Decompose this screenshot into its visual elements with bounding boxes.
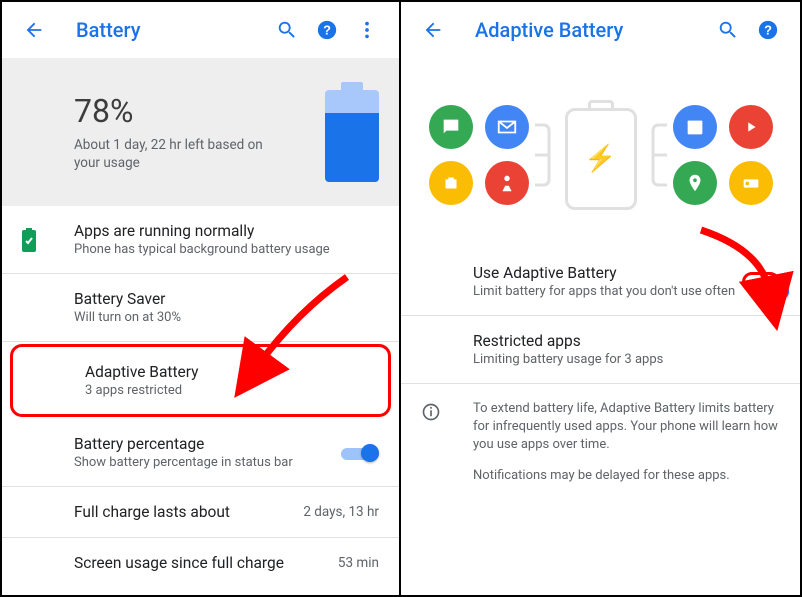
row-title: Screen usage since full charge	[74, 554, 326, 572]
overflow-button[interactable]	[347, 10, 387, 50]
row-sub: Show battery percentage in status bar	[74, 455, 341, 470]
search-icon	[717, 19, 739, 41]
help-icon: ?	[757, 19, 779, 41]
restricted-apps-row[interactable]: Restricted apps Limiting battery usage f…	[401, 316, 800, 384]
app-icon	[429, 161, 473, 205]
wire-icon	[535, 105, 553, 205]
row-value: 53 min	[338, 555, 379, 571]
appbar: Adaptive Battery ?	[401, 2, 800, 58]
screen-usage-row[interactable]: Screen usage since full charge 53 min	[2, 538, 399, 588]
app-icon	[485, 161, 529, 205]
app-icon	[673, 161, 717, 205]
row-sub: Limit battery for apps that you don't us…	[473, 284, 742, 299]
app-icon	[729, 105, 773, 149]
row-title: Adaptive Battery	[85, 363, 368, 381]
svg-text:?: ?	[323, 23, 331, 38]
battery-ok-icon	[22, 228, 36, 252]
battery-percentage-toggle[interactable]	[341, 443, 379, 463]
more-vert-icon	[356, 19, 378, 41]
arrow-back-icon	[422, 19, 444, 41]
row-sub: Limiting battery usage for 3 apps	[473, 352, 780, 367]
row-title: Battery Saver	[74, 290, 379, 308]
back-button[interactable]	[14, 10, 54, 50]
row-title: Full charge lasts about	[74, 503, 291, 521]
search-button[interactable]	[708, 10, 748, 50]
back-button[interactable]	[413, 10, 453, 50]
adaptive-info: To extend battery life, Adaptive Battery…	[401, 384, 800, 513]
app-icon	[729, 161, 773, 205]
row-value: 2 days, 13 hr	[303, 504, 379, 520]
row-title: Restricted apps	[473, 332, 780, 350]
battery-outline-icon: ⚡	[565, 100, 637, 210]
battery-percent: 78%	[74, 92, 313, 130]
svg-text:?: ?	[764, 23, 772, 38]
appbar: Battery ?	[2, 2, 399, 58]
battery-settings-screen: Battery ? 78% About 1 day, 22 hr left ba…	[2, 2, 401, 595]
row-sub: Phone has typical background battery usa…	[74, 242, 379, 257]
adaptive-battery-row[interactable]: Adaptive Battery 3 apps restricted	[10, 344, 391, 417]
adaptive-illustration: ⚡	[401, 58, 800, 248]
battery-hero[interactable]: 78% About 1 day, 22 hr left based on you…	[2, 58, 399, 206]
info-icon	[421, 402, 441, 428]
use-adaptive-toggle[interactable]	[742, 272, 780, 292]
info-text: To extend battery life, Adaptive Battery…	[473, 400, 780, 455]
battery-estimate: About 1 day, 22 hr left based on your us…	[74, 136, 264, 172]
wire-icon	[649, 105, 667, 205]
apps-running-row[interactable]: Apps are running normally Phone has typi…	[2, 206, 399, 274]
full-charge-row[interactable]: Full charge lasts about 2 days, 13 hr	[2, 487, 399, 538]
help-button[interactable]: ?	[307, 10, 347, 50]
row-sub: 3 apps restricted	[85, 383, 368, 398]
app-icon	[429, 105, 473, 149]
help-icon: ?	[316, 19, 338, 41]
row-title: Use Adaptive Battery	[473, 264, 742, 282]
page-title: Battery	[76, 18, 267, 42]
battery-percentage-row[interactable]: Battery percentage Show battery percenta…	[2, 419, 399, 487]
row-title: Apps are running normally	[74, 222, 379, 240]
info-text: Notifications may be delayed for these a…	[473, 467, 780, 485]
search-icon	[276, 19, 298, 41]
app-icon	[485, 105, 529, 149]
app-icon	[673, 105, 717, 149]
row-title: Battery percentage	[74, 435, 341, 453]
arrow-back-icon	[23, 19, 45, 41]
page-title: Adaptive Battery	[475, 18, 708, 42]
row-sub: Will turn on at 30%	[74, 310, 379, 325]
use-adaptive-row[interactable]: Use Adaptive Battery Limit battery for a…	[401, 248, 800, 316]
help-button[interactable]: ?	[748, 10, 788, 50]
battery-saver-row[interactable]: Battery Saver Will turn on at 30%	[2, 274, 399, 342]
battery-icon	[325, 82, 379, 182]
adaptive-battery-screen: Adaptive Battery ? ⚡	[401, 2, 800, 595]
search-button[interactable]	[267, 10, 307, 50]
